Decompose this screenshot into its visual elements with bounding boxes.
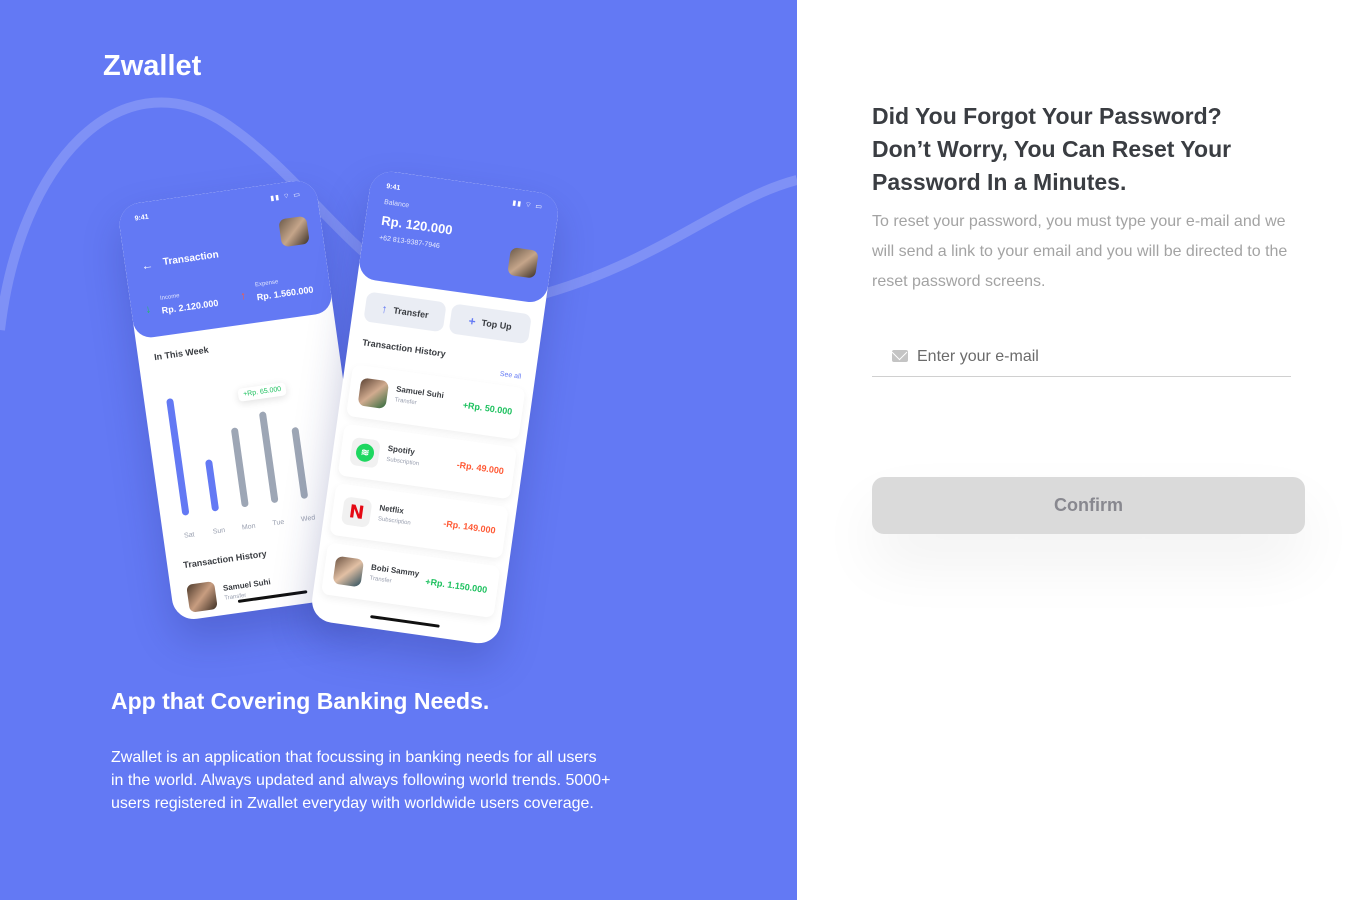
- page-subtitle: To reset your password, you must type yo…: [872, 213, 1288, 290]
- transaction-type: Subscription: [377, 516, 412, 527]
- chart-bar: [291, 426, 309, 500]
- transaction-history-title: Transaction History: [361, 337, 447, 359]
- see-all-link: See all: [499, 370, 522, 381]
- chart-tooltip: +Rp. 65.000: [237, 382, 288, 402]
- chart-bar: [204, 459, 220, 512]
- week-title: In This Week: [153, 344, 210, 363]
- back-arrow-icon: ←: [140, 257, 155, 274]
- transaction-type: Subscription: [385, 456, 420, 468]
- chart-day-label: Wed: [300, 514, 316, 524]
- transaction-name: Samuel Suhi: [222, 577, 272, 593]
- netflix-icon: N: [340, 496, 373, 528]
- page-title: Did You Forgot Your Password? Don’t Worr…: [872, 103, 1232, 195]
- promo-tagline: App that Covering Banking Needs.: [111, 688, 490, 714]
- transaction-amount: +Rp. 1.150.000: [424, 576, 488, 595]
- arrow-up-icon: ↑: [239, 289, 247, 303]
- balance-label: Balance: [383, 198, 410, 210]
- avatar: [332, 555, 365, 588]
- status-icons: ▮▮ ⌔ ▭: [269, 191, 302, 203]
- status-time: 9:41: [385, 183, 401, 192]
- transaction-amount: +Rp. 50.000: [462, 399, 513, 417]
- plus-icon: +: [467, 313, 477, 329]
- chart-day-label: Mon: [241, 522, 256, 532]
- transaction-type: Transfer: [369, 575, 392, 585]
- chart-bar: [258, 411, 279, 504]
- mail-icon: [892, 350, 908, 362]
- promo-description: Zwallet is an application that focussing…: [111, 749, 611, 812]
- transaction-name: Spotify: [387, 443, 416, 457]
- avatar: [186, 581, 218, 613]
- home-indicator: [370, 615, 440, 628]
- email-input[interactable]: [917, 344, 1277, 370]
- avatar: [357, 377, 390, 410]
- brand-logo: Zwallet: [103, 50, 202, 82]
- phone-header: 9:41 ▮▮ ⌔ ▭ ← Transaction ↓ Income Rp. 2…: [116, 178, 334, 340]
- spotify-icon: ≋: [349, 436, 381, 469]
- top-up-button: + Top Up: [448, 303, 532, 345]
- income-stat: ↓ Income Rp. 2.120.000: [144, 288, 219, 318]
- transfer-button: ↑ Transfer: [363, 291, 447, 333]
- phone-mockups: 9:41 ▮▮ ⌔ ▭ ← Transaction ↓ Income Rp. 2…: [100, 150, 720, 670]
- status-icons: ▮▮ ⌔ ▭: [511, 199, 544, 212]
- chart-day-label: Tue: [272, 518, 285, 528]
- chart-day-label: Sun: [212, 527, 226, 536]
- phone-header: 9:41 ▮▮ ⌔ ▭ Balance Rp. 120.000 +62 813-…: [357, 168, 561, 305]
- status-time: 9:41: [134, 213, 150, 223]
- phone-screen-title: Transaction: [162, 249, 220, 269]
- avatar: [278, 215, 310, 248]
- balance-value: Rp. 120.000: [380, 212, 454, 238]
- chart-bar: [230, 427, 249, 508]
- reset-password-panel: Did You Forgot Your Password? Don’t Worr…: [797, 0, 1366, 900]
- transaction-type: Transfer: [394, 397, 417, 407]
- avatar: [507, 247, 539, 279]
- transaction-history-title: Transaction History: [182, 548, 268, 571]
- phone-number: +62 813-9387-7946: [378, 234, 441, 251]
- promo-panel: Zwallet 9:41 ▮▮ ⌔ ▭ ← Transaction ↓ Inco…: [0, 0, 797, 900]
- transfer-label: Transfer: [392, 305, 430, 321]
- arrow-up-icon: ↑: [380, 301, 389, 317]
- email-field: [872, 336, 1291, 377]
- transaction-amount: -Rp. 149.000: [442, 518, 497, 536]
- top-up-label: Top Up: [480, 317, 513, 332]
- chart-day-label: Sat: [183, 531, 196, 540]
- expense-stat: ↑ Expense Rp. 1.560.000: [239, 275, 314, 305]
- transaction-name: Netflix: [378, 503, 405, 516]
- confirm-button[interactable]: Confirm: [872, 477, 1305, 534]
- phone-mockup-balance: 9:41 ▮▮ ⌔ ▭ Balance Rp. 120.000 +62 813-…: [309, 168, 561, 647]
- transaction-amount: -Rp. 49.000: [456, 459, 505, 477]
- chart-bar: [166, 397, 190, 516]
- arrow-down-icon: ↓: [144, 303, 152, 316]
